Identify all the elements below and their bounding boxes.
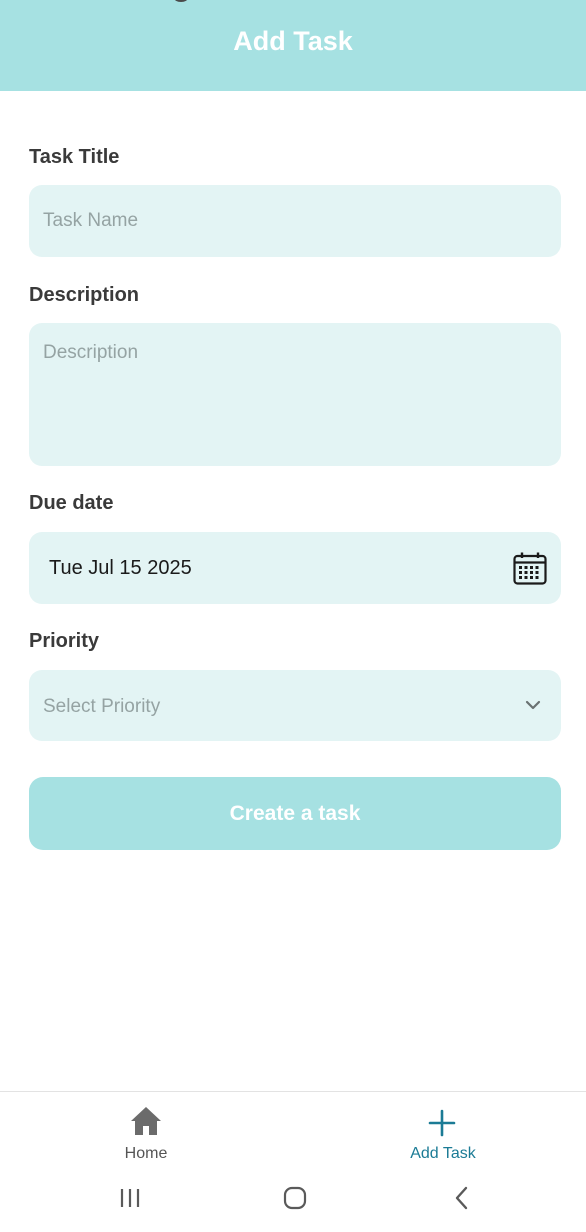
chevron-down-icon [525, 700, 541, 710]
tab-add-task-label: Add Task [410, 1145, 476, 1162]
priority-select[interactable]: Select Priority [29, 670, 561, 741]
task-title-placeholder: Task Name [43, 210, 139, 231]
page-title: Add Task [233, 26, 353, 56]
plus-icon [428, 1109, 456, 1137]
tab-home[interactable]: Home [71, 1092, 221, 1167]
system-navigation-bar [0, 1166, 586, 1232]
description-placeholder: Description [43, 342, 139, 363]
description-input[interactable]: Description [29, 323, 561, 466]
create-task-button[interactable]: Create a task [29, 777, 561, 850]
priority-placeholder: Select Priority [43, 696, 161, 717]
calendar-icon[interactable] [513, 552, 547, 585]
due-date-label: Due date [29, 492, 114, 514]
status-bar-fragment [174, 0, 188, 2]
home-circle-icon[interactable] [280, 1166, 310, 1232]
create-task-button-label: Create a task [229, 802, 361, 825]
tab-add-task[interactable]: Add Task [368, 1092, 518, 1167]
back-icon[interactable] [447, 1166, 477, 1232]
task-title-label: Task Title [29, 146, 120, 168]
due-date-field[interactable]: Tue Jul 15 2025 [29, 532, 561, 604]
tab-home-label: Home [124, 1145, 168, 1162]
home-icon [131, 1107, 161, 1135]
task-title-input[interactable]: Task Name [29, 185, 561, 257]
description-label: Description [29, 284, 140, 306]
recents-icon[interactable] [115, 1166, 145, 1232]
due-date-value: Tue Jul 15 2025 [49, 557, 192, 579]
priority-label: Priority [29, 630, 100, 652]
bottom-tab-bar: Home Add Task [0, 1091, 586, 1166]
app-header: Add Task [0, 0, 586, 91]
